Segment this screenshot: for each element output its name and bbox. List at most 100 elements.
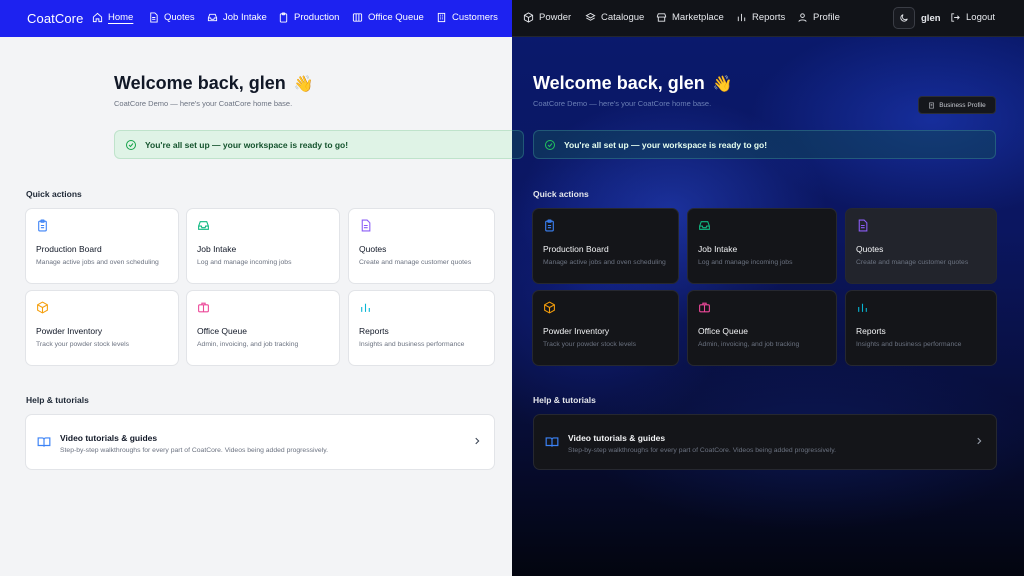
user-icon	[798, 13, 807, 22]
inbox-icon	[198, 221, 209, 230]
quick-action-card-quotes[interactable]: Quotes Create and manage customer quotes	[845, 208, 997, 284]
setup-banner-light: You're all set up — your workspace is re…	[512, 130, 524, 159]
quick-action-card-powder-inventory[interactable]: Powder Inventory Track your powder stock …	[532, 290, 679, 366]
box-icon	[523, 12, 534, 23]
brand-logo[interactable]: CoatCore	[27, 11, 83, 26]
card-description: Log and manage incoming jobs	[698, 259, 793, 266]
nav-production[interactable]: Production	[278, 12, 339, 23]
card-title: Powder Inventory	[543, 326, 610, 336]
nav-reports[interactable]: Reports	[736, 12, 785, 23]
layers-icon	[585, 12, 596, 21]
columns-icon	[352, 13, 363, 22]
box-icon	[37, 301, 48, 314]
nav-marketplace[interactable]: Marketplace	[656, 12, 724, 23]
card-description: Track your powder stock levels	[543, 341, 637, 348]
wave-emoji: 👋	[712, 75, 733, 93]
clipboard-icon	[279, 12, 288, 23]
quick-actions-title-light: Quick actions	[26, 189, 82, 199]
quick-action-card-production-board[interactable]: Production Board Manage active jobs and o…	[25, 208, 179, 284]
building-icon	[929, 102, 935, 108]
card-description: Manage active jobs and oven scheduling	[36, 259, 159, 266]
file-icon	[858, 219, 868, 232]
store-icon	[656, 13, 667, 22]
book-icon	[37, 437, 51, 447]
box-icon	[544, 301, 555, 314]
clipboard-icon	[38, 219, 47, 232]
card-title: Production Board	[543, 244, 609, 254]
help-title-light: Help & tutorials	[26, 395, 89, 405]
card-title: Reports	[856, 326, 886, 336]
quick-action-card-office-queue[interactable]: Office Queue Admin, invoicing, and job tr…	[687, 290, 837, 366]
welcome-title-dark: Welcome back, glen 👋	[533, 73, 733, 93]
card-title: Quotes	[856, 244, 884, 254]
card-title: Quotes	[359, 244, 387, 254]
nav-profile[interactable]: Profile	[797, 12, 840, 23]
card-description: Insights and business performance	[856, 341, 962, 348]
quick-action-card-quotes[interactable]: Quotes Create and manage customer quotes	[348, 208, 495, 284]
chart-icon	[858, 303, 867, 312]
light-theme-panel: CoatCore Home Quotes Job Intake Producti…	[0, 0, 512, 576]
setup-banner-light: You're all set up — your workspace is re…	[114, 130, 512, 159]
nav-job-intake[interactable]: Job Intake	[207, 12, 267, 23]
logout-button[interactable]: Logout	[950, 12, 995, 23]
inbox-icon	[699, 221, 710, 230]
card-title: Reports	[359, 326, 389, 336]
file-icon	[150, 12, 158, 23]
nav-quotes[interactable]: Quotes	[148, 12, 195, 23]
wave-emoji: 👋	[293, 75, 314, 93]
building-icon	[437, 12, 446, 23]
quick-action-card-job-intake[interactable]: Job Intake Log and manage incoming jobs	[687, 208, 837, 284]
file-icon	[361, 219, 371, 232]
card-title: Office Queue	[698, 326, 748, 336]
quick-actions-title-dark: Quick actions	[533, 189, 589, 199]
setup-banner-dark: You're all set up — your workspace is re…	[533, 130, 996, 159]
card-description: Insights and business performance	[359, 341, 465, 348]
business-profile-button[interactable]: Business Profile	[918, 96, 996, 114]
card-title: Production Board	[36, 244, 102, 254]
card-title: Office Queue	[197, 326, 247, 336]
quick-action-card-reports[interactable]: Reports Insights and business performance	[348, 290, 495, 366]
quick-action-card-production-board[interactable]: Production Board Manage active jobs and o…	[532, 208, 679, 284]
welcome-subtitle-light: CoatCore Demo — here's your CoatCore hom…	[114, 99, 293, 108]
quick-action-card-job-intake[interactable]: Job Intake Log and manage incoming jobs	[186, 208, 340, 284]
logout-icon	[951, 13, 960, 22]
card-title: Powder Inventory	[36, 326, 103, 336]
nav-catalogue[interactable]: Catalogue	[585, 12, 644, 23]
video-tutorials-card-light[interactable]: Video tutorials & guides Step-by-step wa…	[25, 414, 495, 470]
nav-home[interactable]: Home	[92, 12, 133, 23]
nav-powder[interactable]: Powder	[523, 12, 571, 23]
dark-theme-panel: CoatCore Home Quotes Job Intake Producti…	[512, 0, 1024, 576]
card-description: Manage active jobs and oven scheduling	[543, 259, 666, 266]
help-title-dark: Help & tutorials	[533, 395, 596, 405]
quick-action-card-powder-inventory[interactable]: Powder Inventory Track your powder stock …	[25, 290, 179, 366]
card-description: Track your powder stock levels	[36, 341, 130, 348]
card-description: Log and manage incoming jobs	[197, 259, 292, 266]
check-circle-icon	[126, 139, 136, 150]
card-description: Create and manage customer quotes	[856, 259, 969, 266]
card-description: Admin, invoicing, and job tracking	[197, 341, 299, 348]
theme-toggle-button[interactable]	[893, 7, 915, 29]
chevron-right-icon	[977, 437, 982, 445]
inbox-icon	[207, 13, 218, 22]
briefcase-icon	[699, 302, 710, 313]
book-icon	[545, 437, 559, 447]
chart-icon	[737, 13, 746, 22]
briefcase-icon	[198, 302, 209, 313]
card-description: Create and manage customer quotes	[359, 259, 472, 266]
moon-icon	[900, 14, 908, 22]
check-circle-icon	[545, 139, 555, 150]
video-tutorials-card-dark[interactable]: Video tutorials & guides Step-by-step wa…	[533, 414, 997, 470]
top-navbar: CoatCore Home Quotes Job Intake Producti…	[0, 0, 512, 37]
nav-customers[interactable]: Customers	[436, 12, 498, 23]
clipboard-icon	[545, 219, 554, 232]
user-name: glen	[921, 13, 941, 24]
welcome-title-light: Welcome back, glen 👋	[114, 73, 314, 93]
chart-icon	[361, 303, 370, 312]
quick-action-card-reports[interactable]: Reports Insights and business performance	[845, 290, 997, 366]
card-title: Job Intake	[197, 244, 237, 254]
welcome-subtitle-dark: CoatCore Demo — here's your CoatCore hom…	[533, 99, 712, 108]
nav-office-queue[interactable]: Office Queue	[352, 12, 424, 23]
chevron-right-icon	[475, 437, 480, 445]
quick-action-card-office-queue[interactable]: Office Queue Admin, invoicing, and job tr…	[186, 290, 340, 366]
card-description: Admin, invoicing, and job tracking	[698, 341, 800, 348]
